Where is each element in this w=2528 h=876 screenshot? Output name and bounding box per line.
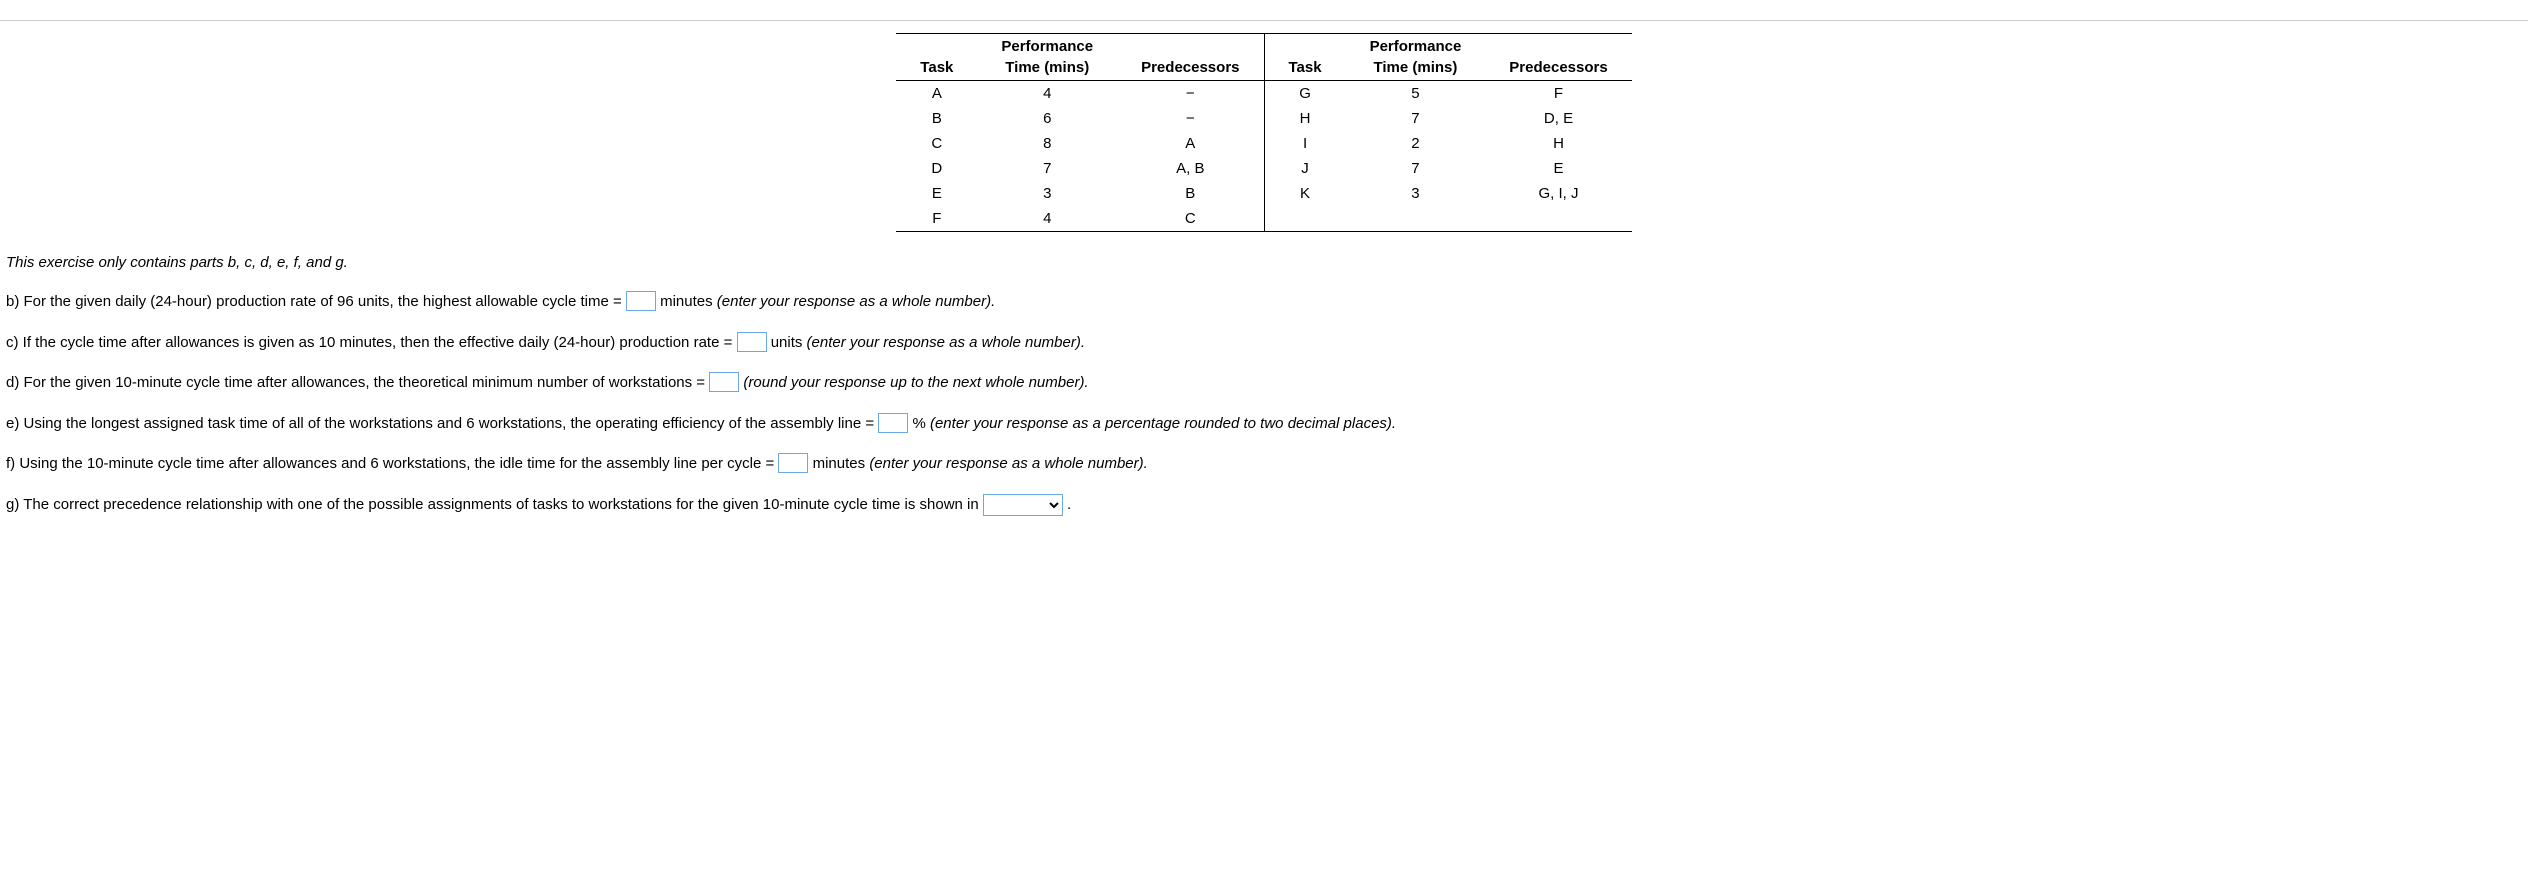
pred-cell: G, I, J bbox=[1485, 181, 1631, 206]
time-cell: 2 bbox=[1346, 131, 1486, 156]
question-d: d) For the given 10-minute cycle time af… bbox=[6, 372, 2522, 395]
pred-cell: D, E bbox=[1485, 106, 1631, 131]
task-cell: B bbox=[896, 106, 977, 131]
task-cell: H bbox=[1264, 106, 1346, 131]
time-cell: 6 bbox=[977, 106, 1117, 131]
qe-pre: e) Using the longest assigned task time … bbox=[6, 415, 878, 432]
pred-cell: B bbox=[1117, 181, 1264, 206]
time-cell: 7 bbox=[977, 156, 1117, 181]
time-cell bbox=[1346, 206, 1486, 232]
qe-input[interactable] bbox=[878, 413, 908, 433]
table-row: D7A, BJ7E bbox=[896, 156, 1631, 181]
question-b: b) For the given daily (24-hour) product… bbox=[6, 291, 2522, 314]
pred-cell: A bbox=[1117, 131, 1264, 156]
task-cell: J bbox=[1264, 156, 1346, 181]
task-cell: E bbox=[896, 181, 977, 206]
th-time-left: PerformanceTime (mins) bbox=[977, 34, 1117, 81]
table-row: C8AI2H bbox=[896, 131, 1631, 156]
qc-pre: c) If the cycle time after allowances is… bbox=[6, 334, 737, 351]
qd-input[interactable] bbox=[709, 372, 739, 392]
pred-cell: A, B bbox=[1117, 156, 1264, 181]
question-c: c) If the cycle time after allowances is… bbox=[6, 332, 2522, 355]
th-task-right: Task bbox=[1264, 34, 1346, 81]
time-cell: 3 bbox=[977, 181, 1117, 206]
exercise-note: This exercise only contains parts b, c, … bbox=[6, 252, 2522, 273]
task-cell: D bbox=[896, 156, 977, 181]
qb-hint: (enter your response as a whole number). bbox=[717, 293, 995, 310]
time-cell: 3 bbox=[1346, 181, 1486, 206]
pred-cell: C bbox=[1117, 206, 1264, 232]
table-row: E3BK3G, I, J bbox=[896, 181, 1631, 206]
qc-input[interactable] bbox=[737, 332, 767, 352]
task-cell: F bbox=[896, 206, 977, 232]
table-row: F4C bbox=[896, 206, 1631, 232]
qf-input[interactable] bbox=[778, 453, 808, 473]
time-cell: 4 bbox=[977, 81, 1117, 107]
question-g: g) The correct precedence relationship w… bbox=[6, 494, 2522, 517]
qb-post: minutes bbox=[660, 293, 717, 310]
question-f: f) Using the 10-minute cycle time after … bbox=[6, 453, 2522, 476]
qb-pre: b) For the given daily (24-hour) product… bbox=[6, 293, 626, 310]
pred-cell: E bbox=[1485, 156, 1631, 181]
qd-hint: (round your response up to the next whol… bbox=[743, 374, 1088, 391]
qe-hint: (enter your response as a percentage rou… bbox=[930, 415, 1396, 432]
time-cell: 5 bbox=[1346, 81, 1486, 107]
pred-cell: F bbox=[1485, 81, 1631, 107]
table-row: B6−H7D, E bbox=[896, 106, 1631, 131]
time-cell: 8 bbox=[977, 131, 1117, 156]
th-task-left: Task bbox=[896, 34, 977, 81]
task-table-container: Task PerformanceTime (mins) Predecessors… bbox=[0, 33, 2528, 232]
time-cell: 7 bbox=[1346, 156, 1486, 181]
task-cell bbox=[1264, 206, 1346, 232]
qf-pre: f) Using the 10-minute cycle time after … bbox=[6, 455, 778, 472]
qg-select[interactable] bbox=[983, 494, 1063, 516]
task-cell: A bbox=[896, 81, 977, 107]
th-time-right: PerformanceTime (mins) bbox=[1346, 34, 1486, 81]
qb-input[interactable] bbox=[626, 291, 656, 311]
task-cell: G bbox=[1264, 81, 1346, 107]
pred-cell: H bbox=[1485, 131, 1631, 156]
pred-cell bbox=[1485, 206, 1631, 232]
divider bbox=[0, 20, 2528, 21]
qf-hint: (enter your response as a whole number). bbox=[869, 455, 1147, 472]
task-cell: I bbox=[1264, 131, 1346, 156]
pred-cell: − bbox=[1117, 106, 1264, 131]
question-e: e) Using the longest assigned task time … bbox=[6, 413, 2522, 436]
th-pred-right: Predecessors bbox=[1485, 34, 1631, 81]
qg-pre: g) The correct precedence relationship w… bbox=[6, 496, 983, 513]
time-cell: 7 bbox=[1346, 106, 1486, 131]
task-cell: C bbox=[896, 131, 977, 156]
time-cell: 4 bbox=[977, 206, 1117, 232]
qf-post: minutes bbox=[813, 455, 870, 472]
qc-post: units bbox=[771, 334, 807, 351]
qd-pre: d) For the given 10-minute cycle time af… bbox=[6, 374, 709, 391]
table-row: A4−G5F bbox=[896, 81, 1631, 107]
task-cell: K bbox=[1264, 181, 1346, 206]
task-table: Task PerformanceTime (mins) Predecessors… bbox=[896, 33, 1631, 232]
qe-post: % bbox=[912, 415, 930, 432]
qg-post: . bbox=[1067, 496, 1071, 513]
pred-cell: − bbox=[1117, 81, 1264, 107]
qc-hint: (enter your response as a whole number). bbox=[807, 334, 1085, 351]
th-pred-left: Predecessors bbox=[1117, 34, 1264, 81]
